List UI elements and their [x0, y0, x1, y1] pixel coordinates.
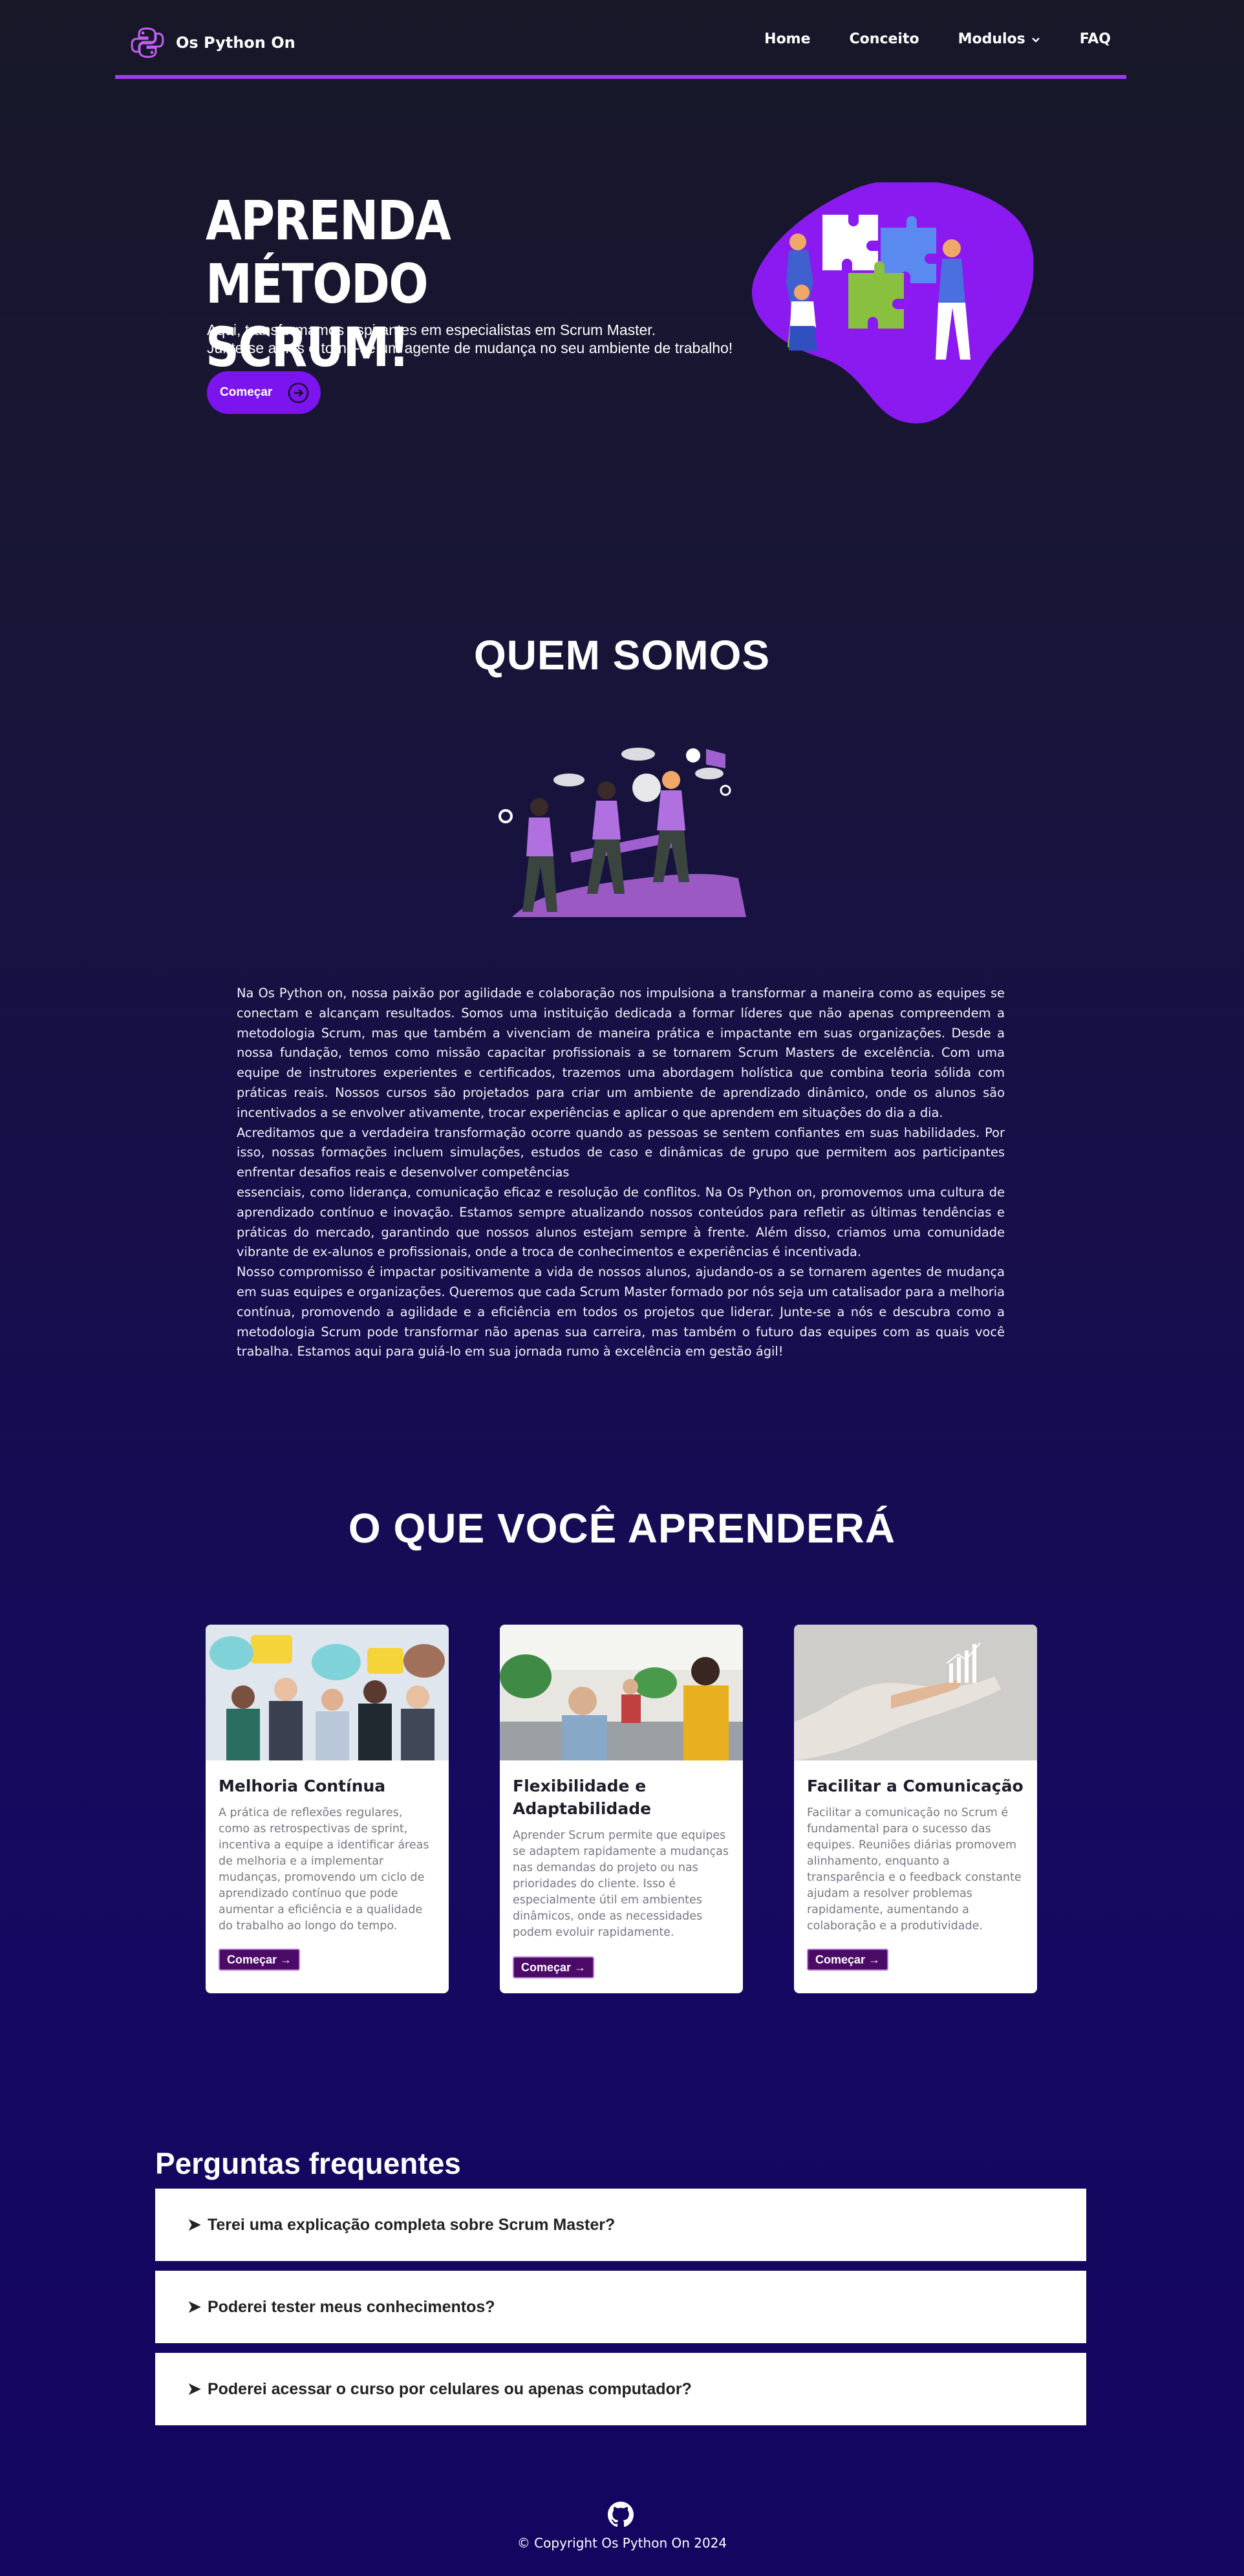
puzzle-team-illustration	[752, 182, 1033, 424]
faq-question[interactable]: ➤ Terei uma explicação completa sobre Sc…	[155, 2189, 1086, 2261]
faq-question-text: Terei uma explicação completa sobre Scru…	[207, 2215, 616, 2234]
brand[interactable]: Os Python On	[131, 26, 295, 60]
hero-subtitle-line1: Aqui, transformamos aspirantes em especi…	[207, 321, 656, 338]
card-text: Facilitar a comunicação no Scrum é funda…	[807, 1806, 1022, 1932]
nav-home-link[interactable]: Home	[764, 31, 810, 47]
hero-title-line2: MÉTODO SCRUM!	[206, 252, 429, 379]
team-speech-bubbles-image	[206, 1625, 449, 1760]
faq-title: Perguntas frequentes	[155, 2147, 461, 2180]
hero-start-label: Começar	[220, 385, 273, 399]
arrow-circle-icon	[288, 382, 309, 404]
office-meeting-image	[500, 1625, 743, 1760]
about-paragraph: essenciais, como liderança, comunicação …	[237, 1184, 1005, 1260]
about-paragraph: Acreditamos que a verdadeira transformaç…	[237, 1125, 1005, 1180]
hero-title-line1: APRENDA	[206, 189, 451, 252]
hero-start-button[interactable]: Começar	[207, 371, 321, 414]
nav-home-label: Home	[764, 31, 811, 47]
faq-question[interactable]: ➤ Poderei tester meus conhecimentos?	[155, 2271, 1086, 2343]
arrow-right-icon: ➤	[188, 2216, 201, 2234]
hand-growth-chart-image	[794, 1625, 1037, 1760]
card-start-button[interactable]: Começar →	[513, 1956, 594, 1978]
card-text: A prática de reflexões regulares, como a…	[219, 1806, 429, 1932]
nav-faq-label: FAQ	[1079, 31, 1111, 47]
about-title: QUEM SOMOS	[473, 632, 771, 678]
nav-conceito-link[interactable]: Conceito	[850, 31, 919, 47]
card-title: Flexibilidade e Adaptabilidade	[513, 1777, 652, 1818]
hero-subtitle: Aqui, transformamos aspirantes em especi…	[207, 321, 737, 357]
about-text: Na Os Python on, nossa paixão por agilid…	[237, 984, 1005, 1362]
card-title: Melhoria Contínua	[219, 1777, 386, 1795]
arrow-right-icon: ➤	[188, 2380, 201, 2398]
card-start-button[interactable]: Começar →	[807, 1949, 888, 1971]
copyright-text: © Copyright Os Python On 2024	[517, 2535, 727, 2551]
about-paragraph: Na Os Python on, nossa paixão por agilid…	[237, 986, 1005, 1120]
top-navbar: Os Python On Home Conceito Modulos FAQ	[115, 0, 1126, 79]
faq-question-text: Poderei tester meus conhecimentos?	[207, 2297, 495, 2316]
about-paragraph: Nosso compromisso é impactar positivamen…	[237, 1264, 1005, 1359]
course-card: Flexibilidade e Adaptabilidade Aprender …	[500, 1625, 743, 1993]
team-climbing-illustration	[499, 748, 746, 917]
card-start-button[interactable]: Começar →	[219, 1949, 300, 1971]
arrow-right-icon: ➤	[188, 2298, 201, 2316]
course-card: Melhoria Contínua A prática de reflexões…	[206, 1625, 449, 1993]
chevron-down-icon	[1031, 37, 1040, 43]
faq-question-text: Poderei acessar o curso por celulares ou…	[207, 2379, 692, 2398]
hero-subtitle-line2: Junte-se a nós e torne-se um agente de m…	[207, 340, 733, 356]
nav-faq-link[interactable]: FAQ	[1080, 31, 1111, 47]
python-logo-icon	[131, 27, 164, 58]
main-menu: Home Conceito Modulos FAQ	[764, 31, 1111, 47]
course-card: Facilitar a Comunicação Facilitar a comu…	[794, 1625, 1037, 1993]
learn-title: O QUE VOCÊ APRENDERÁ	[348, 1505, 896, 1552]
nav-conceito-label: Conceito	[849, 31, 919, 47]
nav-modulos-label: Modulos	[958, 31, 1025, 47]
nav-modulos-dropdown[interactable]: Modulos	[958, 31, 1041, 47]
card-text: Aprender Scrum permite que equipes se ad…	[513, 1829, 729, 1939]
card-title: Facilitar a Comunicação	[807, 1777, 1024, 1795]
faq-question[interactable]: ➤ Poderei acessar o curso por celulares …	[155, 2353, 1086, 2425]
github-icon[interactable]	[608, 2502, 634, 2527]
brand-name: Os Python On	[176, 34, 295, 52]
